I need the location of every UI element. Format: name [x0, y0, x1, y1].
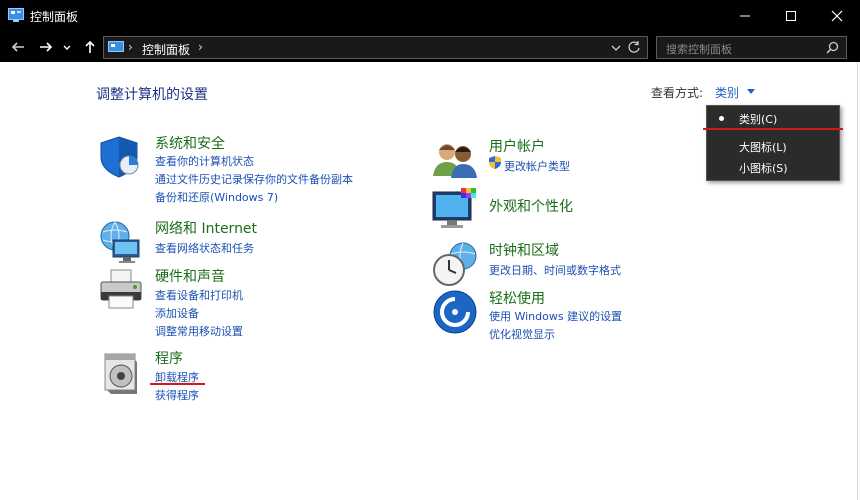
menu-item-category[interactable]: 类别(C): [707, 108, 839, 128]
address-dropdown-icon[interactable]: [611, 44, 621, 52]
users-icon[interactable]: [431, 136, 479, 184]
link-optimize-visual-display[interactable]: 优化视觉显示: [489, 326, 555, 342]
link-change-account-type[interactable]: 更改帐户类型: [504, 158, 570, 174]
category-clock-region: 时钟和区域 更改日期、时间或数字格式: [431, 240, 731, 288]
breadcrumb-separator-icon[interactable]: ›: [198, 40, 203, 54]
category-programs: 程序 卸载程序 获得程序: [97, 348, 397, 408]
title-bar: 控制面板: [0, 0, 860, 32]
clock-globe-icon[interactable]: [431, 240, 479, 288]
shield-icon[interactable]: [97, 133, 145, 181]
caret-down-icon: [747, 89, 755, 94]
category-title[interactable]: 时钟和区域: [489, 240, 559, 260]
category-title[interactable]: 轻松使用: [489, 288, 545, 308]
breadcrumb-separator-icon: ›: [128, 40, 133, 54]
menu-item-label: 类别(C): [739, 113, 778, 126]
menu-item-small-icons[interactable]: 小图标(S): [707, 157, 839, 177]
category-title[interactable]: 用户帐户: [489, 136, 545, 156]
selected-bullet-icon: [719, 116, 724, 121]
category-title[interactable]: 硬件和声音: [155, 266, 225, 286]
menu-item-label: 小图标(S): [739, 162, 788, 175]
window-right-border: [857, 62, 858, 500]
minimize-icon: [740, 15, 750, 17]
arrow-left-icon: [11, 42, 24, 52]
category-hardware-sound: 硬件和声音 查看设备和打印机 添加设备 调整常用移动设置: [97, 266, 397, 341]
menu-item-label: 大图标(L): [739, 141, 787, 154]
recent-locations-button[interactable]: [60, 37, 74, 57]
chevron-down-icon: [63, 45, 71, 50]
category-system-security: 系统和安全 查看你的计算机状态 通过文件历史记录保存你的文件备份副本 备份和还原…: [97, 133, 397, 208]
navigation-bar: › 控制面板 › 搜索控制面板: [0, 32, 860, 62]
search-placeholder: 搜索控制面板: [666, 43, 732, 56]
link-add-device[interactable]: 添加设备: [155, 305, 199, 321]
link-change-date-time-format[interactable]: 更改日期、时间或数字格式: [489, 262, 621, 278]
view-by-dropdown[interactable]: 类别: [709, 81, 761, 101]
annotation-underline: [150, 383, 205, 385]
control-panel-icon: [108, 41, 124, 52]
close-icon: [831, 10, 843, 22]
search-box[interactable]: 搜索控制面板: [656, 36, 847, 59]
page-title: 调整计算机的设置: [96, 87, 208, 103]
link-backup-restore[interactable]: 备份和还原(Windows 7): [155, 189, 278, 205]
link-view-computer-status[interactable]: 查看你的计算机状态: [155, 153, 254, 169]
annotation-underline: [703, 128, 843, 130]
menu-item-large-icons[interactable]: 大图标(L): [707, 136, 839, 156]
refresh-icon[interactable]: [627, 40, 641, 54]
breadcrumb-control-panel[interactable]: 控制面板: [142, 41, 190, 58]
link-recommended-settings[interactable]: 使用 Windows 建议的设置: [489, 308, 622, 324]
view-by-label: 查看方式:: [651, 86, 704, 100]
link-mobility-settings[interactable]: 调整常用移动设置: [155, 323, 243, 339]
view-by-value: 类别: [715, 86, 740, 100]
arrow-right-icon: [40, 42, 53, 52]
link-devices-printers[interactable]: 查看设备和打印机: [155, 287, 243, 303]
uac-shield-icon: [489, 156, 501, 169]
minimize-button[interactable]: [722, 0, 768, 32]
link-get-programs[interactable]: 获得程序: [155, 387, 199, 403]
category-title[interactable]: 程序: [155, 348, 183, 368]
maximize-button[interactable]: [768, 0, 814, 32]
category-title[interactable]: 外观和个性化: [489, 196, 573, 216]
category-title[interactable]: 系统和安全: [155, 133, 225, 153]
back-button[interactable]: [8, 37, 28, 57]
view-by-menu: 类别(C) 大图标(L) 小图标(S): [706, 105, 840, 181]
up-button[interactable]: [80, 37, 100, 57]
link-file-history-backup[interactable]: 通过文件历史记录保存你的文件备份副本: [155, 171, 353, 187]
category-user-accounts: 用户帐户 更改帐户类型: [431, 136, 731, 181]
category-ease-of-access: 轻松使用 使用 Windows 建议的设置 优化视觉显示: [431, 288, 731, 343]
maximize-icon: [786, 11, 796, 21]
monitor-palette-icon[interactable]: [431, 186, 479, 234]
programs-disc-icon[interactable]: [97, 348, 145, 396]
search-icon[interactable]: [826, 41, 839, 54]
close-button[interactable]: [814, 0, 860, 32]
address-bar[interactable]: › 控制面板 ›: [103, 36, 648, 59]
printer-icon[interactable]: [97, 266, 145, 314]
network-globe-icon[interactable]: [97, 218, 145, 266]
forward-button[interactable]: [36, 37, 56, 57]
category-appearance: 外观和个性化: [431, 186, 731, 234]
category-network-internet: 网络和 Internet 查看网络状态和任务: [97, 218, 397, 263]
arrow-up-icon: [85, 40, 95, 53]
control-panel-app-icon: [8, 8, 24, 22]
category-title[interactable]: 网络和 Internet: [155, 218, 257, 238]
ease-of-access-icon[interactable]: [431, 288, 479, 336]
window-title: 控制面板: [30, 10, 79, 24]
link-network-status[interactable]: 查看网络状态和任务: [155, 240, 254, 256]
